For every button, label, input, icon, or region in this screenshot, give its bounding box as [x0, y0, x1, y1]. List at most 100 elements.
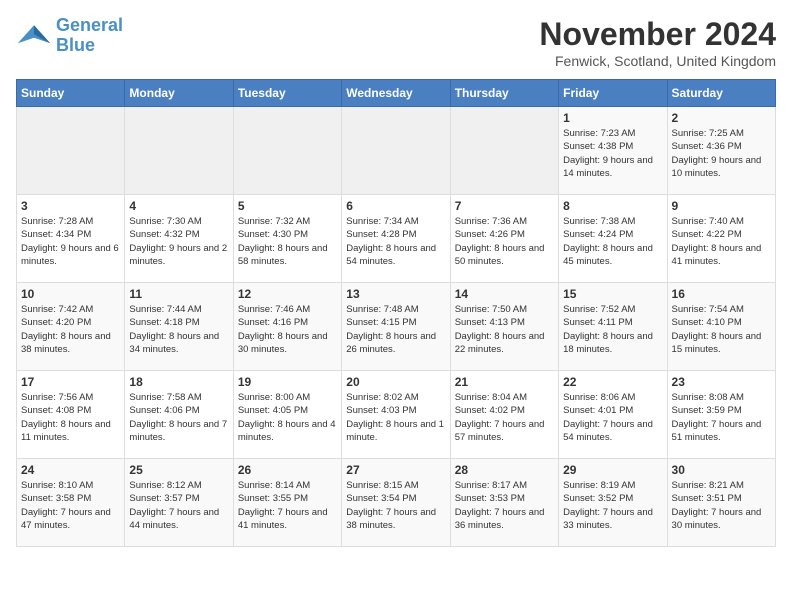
day-number: 2	[672, 111, 771, 125]
day-info: Sunrise: 7:50 AM Sunset: 4:13 PM Dayligh…	[455, 303, 554, 356]
calendar-day-header: Friday	[559, 80, 667, 107]
calendar-cell	[233, 107, 341, 195]
calendar-week-row: 17 Sunrise: 7:56 AM Sunset: 4:08 PM Dayli…	[17, 371, 776, 459]
day-number: 9	[672, 199, 771, 213]
title-block: November 2024 Fenwick, Scotland, United …	[539, 16, 776, 69]
day-number: 14	[455, 287, 554, 301]
page-header: General Blue November 2024 Fenwick, Scot…	[16, 16, 776, 69]
location-subtitle: Fenwick, Scotland, United Kingdom	[539, 53, 776, 69]
day-number: 1	[563, 111, 662, 125]
calendar-cell: 18 Sunrise: 7:58 AM Sunset: 4:06 PM Dayli…	[125, 371, 233, 459]
day-number: 3	[21, 199, 120, 213]
calendar-week-row: 1Sunrise: 7:23 AM Sunset: 4:38 PM Daylig…	[17, 107, 776, 195]
calendar-week-row: 3 Sunrise: 7:28 AM Sunset: 4:34 PM Daylig…	[17, 195, 776, 283]
day-number: 16	[672, 287, 771, 301]
logo-text: General Blue	[56, 16, 123, 56]
day-number: 5	[238, 199, 337, 213]
calendar-week-row: 24Sunrise: 8:10 AM Sunset: 3:58 PM Dayli…	[17, 459, 776, 547]
day-info: Sunrise: 7:42 AM Sunset: 4:20 PM Dayligh…	[21, 303, 120, 356]
day-number: 4	[129, 199, 228, 213]
calendar-cell: 30 Sunrise: 8:21 AM Sunset: 3:51 PM Dayli…	[667, 459, 775, 547]
day-info: Sunrise: 7:52 AM Sunset: 4:11 PM Dayligh…	[563, 303, 662, 356]
day-number: 29	[563, 463, 662, 477]
calendar-cell: 16 Sunrise: 7:54 AM Sunset: 4:10 PM Dayli…	[667, 283, 775, 371]
day-info: Sunrise: 8:00 AM Sunset: 4:05 PM Dayligh…	[238, 391, 337, 444]
calendar-day-header: Monday	[125, 80, 233, 107]
calendar-cell	[125, 107, 233, 195]
calendar-cell: 9 Sunrise: 7:40 AM Sunset: 4:22 PM Daylig…	[667, 195, 775, 283]
calendar-day-header: Wednesday	[342, 80, 450, 107]
calendar-cell: 24Sunrise: 8:10 AM Sunset: 3:58 PM Dayli…	[17, 459, 125, 547]
calendar-cell: 7Sunrise: 7:36 AM Sunset: 4:26 PM Daylig…	[450, 195, 558, 283]
day-number: 19	[238, 375, 337, 389]
calendar-cell: 4Sunrise: 7:30 AM Sunset: 4:32 PM Daylig…	[125, 195, 233, 283]
calendar-cell: 13Sunrise: 7:48 AM Sunset: 4:15 PM Dayli…	[342, 283, 450, 371]
calendar-cell	[17, 107, 125, 195]
day-info: Sunrise: 7:36 AM Sunset: 4:26 PM Dayligh…	[455, 215, 554, 268]
day-info: Sunrise: 7:44 AM Sunset: 4:18 PM Dayligh…	[129, 303, 228, 356]
calendar-cell: 12 Sunrise: 7:46 AM Sunset: 4:16 PM Dayli…	[233, 283, 341, 371]
day-info: Sunrise: 8:15 AM Sunset: 3:54 PM Dayligh…	[346, 479, 445, 532]
calendar-cell: 20Sunrise: 8:02 AM Sunset: 4:03 PM Dayli…	[342, 371, 450, 459]
day-number: 30	[672, 463, 771, 477]
calendar-header-row: SundayMondayTuesdayWednesdayThursdayFrid…	[17, 80, 776, 107]
day-number: 23	[672, 375, 771, 389]
day-number: 26	[238, 463, 337, 477]
calendar-cell: 10 Sunrise: 7:42 AM Sunset: 4:20 PM Dayli…	[17, 283, 125, 371]
day-info: Sunrise: 7:32 AM Sunset: 4:30 PM Dayligh…	[238, 215, 337, 268]
calendar-day-header: Tuesday	[233, 80, 341, 107]
day-number: 6	[346, 199, 445, 213]
day-number: 13	[346, 287, 445, 301]
day-info: Sunrise: 7:28 AM Sunset: 4:34 PM Dayligh…	[21, 215, 120, 268]
day-number: 11	[129, 287, 228, 301]
calendar-cell: 26Sunrise: 8:14 AM Sunset: 3:55 PM Dayli…	[233, 459, 341, 547]
calendar-cell	[342, 107, 450, 195]
calendar-cell: 6 Sunrise: 7:34 AM Sunset: 4:28 PM Daylig…	[342, 195, 450, 283]
day-number: 27	[346, 463, 445, 477]
day-number: 15	[563, 287, 662, 301]
day-info: Sunrise: 7:46 AM Sunset: 4:16 PM Dayligh…	[238, 303, 337, 356]
calendar-body: 1Sunrise: 7:23 AM Sunset: 4:38 PM Daylig…	[17, 107, 776, 547]
day-number: 8	[563, 199, 662, 213]
day-number: 18	[129, 375, 228, 389]
calendar-cell: 27 Sunrise: 8:15 AM Sunset: 3:54 PM Dayli…	[342, 459, 450, 547]
logo: General Blue	[16, 16, 123, 56]
calendar-day-header: Saturday	[667, 80, 775, 107]
day-number: 21	[455, 375, 554, 389]
calendar-cell: 2 Sunrise: 7:25 AM Sunset: 4:36 PM Daylig…	[667, 107, 775, 195]
calendar-cell: 11 Sunrise: 7:44 AM Sunset: 4:18 PM Dayli…	[125, 283, 233, 371]
calendar-cell: 28Sunrise: 8:17 AM Sunset: 3:53 PM Dayli…	[450, 459, 558, 547]
day-info: Sunrise: 7:38 AM Sunset: 4:24 PM Dayligh…	[563, 215, 662, 268]
day-info: Sunrise: 8:04 AM Sunset: 4:02 PM Dayligh…	[455, 391, 554, 444]
calendar-cell: 29 Sunrise: 8:19 AM Sunset: 3:52 PM Dayli…	[559, 459, 667, 547]
day-info: Sunrise: 8:10 AM Sunset: 3:58 PM Dayligh…	[21, 479, 120, 532]
calendar-cell: 25 Sunrise: 8:12 AM Sunset: 3:57 PM Dayli…	[125, 459, 233, 547]
day-number: 25	[129, 463, 228, 477]
day-info: Sunrise: 7:25 AM Sunset: 4:36 PM Dayligh…	[672, 127, 771, 180]
calendar-cell: 17 Sunrise: 7:56 AM Sunset: 4:08 PM Dayli…	[17, 371, 125, 459]
day-info: Sunrise: 7:34 AM Sunset: 4:28 PM Dayligh…	[346, 215, 445, 268]
day-number: 28	[455, 463, 554, 477]
day-info: Sunrise: 8:12 AM Sunset: 3:57 PM Dayligh…	[129, 479, 228, 532]
day-info: Sunrise: 8:02 AM Sunset: 4:03 PM Dayligh…	[346, 391, 445, 444]
month-title: November 2024	[539, 16, 776, 53]
day-number: 12	[238, 287, 337, 301]
calendar-cell: 19 Sunrise: 8:00 AM Sunset: 4:05 PM Dayli…	[233, 371, 341, 459]
calendar-cell: 1Sunrise: 7:23 AM Sunset: 4:38 PM Daylig…	[559, 107, 667, 195]
day-info: Sunrise: 7:40 AM Sunset: 4:22 PM Dayligh…	[672, 215, 771, 268]
calendar-table: SundayMondayTuesdayWednesdayThursdayFrid…	[16, 79, 776, 547]
logo-icon	[16, 18, 52, 54]
calendar-cell	[450, 107, 558, 195]
day-number: 17	[21, 375, 120, 389]
day-info: Sunrise: 8:06 AM Sunset: 4:01 PM Dayligh…	[563, 391, 662, 444]
calendar-day-header: Thursday	[450, 80, 558, 107]
day-info: Sunrise: 7:54 AM Sunset: 4:10 PM Dayligh…	[672, 303, 771, 356]
day-info: Sunrise: 7:58 AM Sunset: 4:06 PM Dayligh…	[129, 391, 228, 444]
calendar-cell: 23 Sunrise: 8:08 AM Sunset: 3:59 PM Dayli…	[667, 371, 775, 459]
calendar-cell: 21 Sunrise: 8:04 AM Sunset: 4:02 PM Dayli…	[450, 371, 558, 459]
day-number: 10	[21, 287, 120, 301]
day-info: Sunrise: 8:21 AM Sunset: 3:51 PM Dayligh…	[672, 479, 771, 532]
day-info: Sunrise: 7:56 AM Sunset: 4:08 PM Dayligh…	[21, 391, 120, 444]
day-info: Sunrise: 8:19 AM Sunset: 3:52 PM Dayligh…	[563, 479, 662, 532]
day-info: Sunrise: 8:08 AM Sunset: 3:59 PM Dayligh…	[672, 391, 771, 444]
